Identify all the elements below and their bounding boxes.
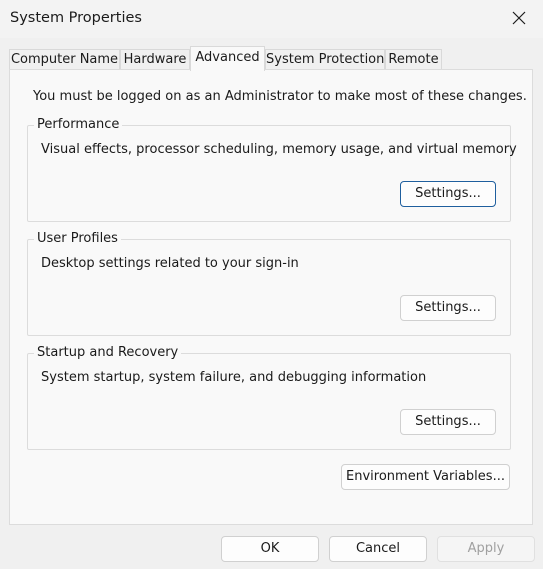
close-button[interactable] [497, 0, 543, 38]
user-profiles-description: Desktop settings related to your sign-in [41, 256, 299, 271]
apply-button[interactable]: Apply [437, 536, 535, 562]
startup-recovery-description: System startup, system failure, and debu… [41, 370, 427, 385]
window-title: System Properties [10, 10, 142, 26]
performance-settings-button[interactable]: Settings... [400, 181, 496, 207]
cancel-button[interactable]: Cancel [329, 536, 427, 562]
advanced-tab-panel: You must be logged on as an Administrato… [9, 69, 533, 525]
tab-system-protection[interactable]: System Protection [265, 49, 385, 71]
close-icon [512, 11, 526, 25]
user-profiles-group-title: User Profiles [34, 231, 121, 246]
performance-group: Performance Visual effects, processor sc… [27, 117, 517, 222]
user-profiles-settings-button[interactable]: Settings... [400, 295, 496, 321]
environment-variables-button[interactable]: Environment Variables... [341, 464, 510, 490]
system-properties-window: System Properties Computer Name Hardware… [0, 0, 543, 569]
admin-note: You must be logged on as an Administrato… [33, 89, 527, 104]
startup-recovery-group-title: Startup and Recovery [34, 345, 182, 360]
tab-remote[interactable]: Remote [385, 49, 442, 71]
startup-recovery-group: Startup and Recovery System startup, sys… [27, 345, 511, 450]
user-profiles-group: User Profiles Desktop settings related t… [27, 231, 511, 336]
tab-computer-name[interactable]: Computer Name [9, 49, 120, 71]
startup-recovery-settings-button[interactable]: Settings... [400, 409, 496, 435]
ok-button[interactable]: OK [221, 536, 319, 562]
performance-group-title: Performance [34, 117, 123, 132]
title-bar: System Properties [0, 0, 543, 38]
tab-advanced[interactable]: Advanced [190, 46, 265, 71]
performance-description: Visual effects, processor scheduling, me… [41, 142, 517, 157]
tab-hardware[interactable]: Hardware [120, 49, 190, 71]
